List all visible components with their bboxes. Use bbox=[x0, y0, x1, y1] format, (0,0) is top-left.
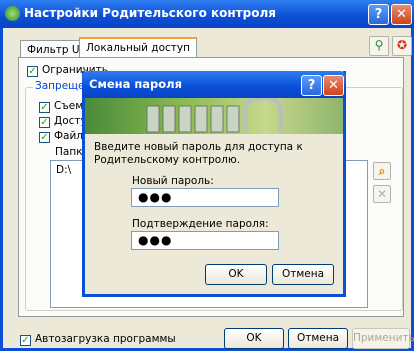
dialog-cancel-button[interactable]: Отмена bbox=[272, 264, 334, 285]
new-password-field[interactable]: ●●● bbox=[131, 188, 279, 207]
confirm-password-label: Подтверждение пароля: bbox=[132, 218, 269, 230]
main-cancel-button[interactable]: Отмена bbox=[288, 328, 348, 349]
tab-local-access[interactable]: Локальный доступ bbox=[79, 37, 197, 59]
search-folder-icon[interactable]: ⌕ bbox=[373, 162, 391, 180]
restrict-checkbox[interactable]: ✓ bbox=[27, 66, 38, 77]
window-title: Настройки Родительского контроля bbox=[24, 6, 276, 20]
app-logo-icon bbox=[5, 6, 20, 21]
autoload-checkbox[interactable]: ✓ bbox=[20, 335, 31, 346]
combination-lock-icon bbox=[146, 98, 284, 133]
dialog-close-button[interactable]: ✕ bbox=[323, 75, 344, 96]
main-ok-button[interactable]: OK bbox=[224, 328, 284, 349]
access-checkbox[interactable]: ✓ bbox=[39, 117, 50, 128]
remove-folder-icon[interactable]: ✕ bbox=[373, 185, 391, 203]
dialog-title: Смена пароля bbox=[89, 77, 182, 91]
dialog-instruction: Введите новый пароль для доступа к Родит… bbox=[94, 141, 303, 166]
help-button[interactable]: ? bbox=[368, 4, 389, 25]
confirm-password-field[interactable]: ●●● bbox=[131, 231, 279, 250]
new-password-label: Новый пароль: bbox=[132, 175, 214, 187]
dialog-help-button[interactable]: ? bbox=[301, 75, 322, 96]
dialog-ok-button[interactable]: OK bbox=[205, 264, 267, 285]
apply-button[interactable]: Применить bbox=[352, 328, 414, 349]
dialog-banner bbox=[85, 98, 343, 134]
autoload-label: Автозагрузка программы bbox=[35, 333, 176, 345]
removable-checkbox[interactable]: ✓ bbox=[39, 102, 50, 113]
lifebuoy-icon[interactable]: ✪ bbox=[392, 36, 412, 56]
key-icon[interactable]: ⚲ bbox=[369, 36, 389, 56]
files-checkbox[interactable]: ✓ bbox=[39, 132, 50, 143]
close-button[interactable]: ✕ bbox=[391, 4, 412, 25]
list-item[interactable]: D:\ bbox=[56, 164, 71, 176]
